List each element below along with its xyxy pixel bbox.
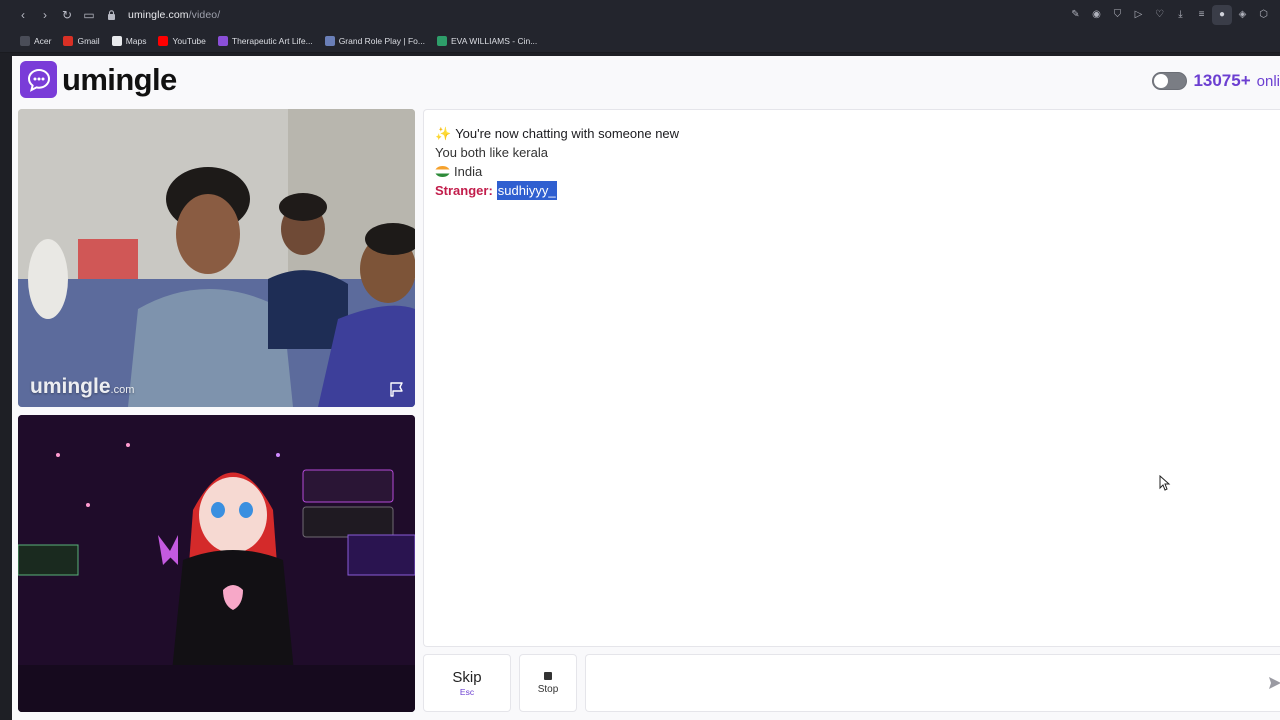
chat-messages: ✨ You're now chatting with someone new Y… bbox=[435, 124, 679, 200]
brand-logo[interactable]: umingle bbox=[20, 61, 177, 98]
skip-button[interactable]: Skip Esc bbox=[423, 654, 511, 712]
chat-bubble-icon bbox=[20, 61, 57, 98]
india-flag-icon bbox=[435, 166, 450, 177]
back-icon[interactable]: ‹ bbox=[12, 4, 34, 26]
document-icon bbox=[111, 35, 122, 46]
country-text: India bbox=[454, 164, 483, 179]
message-composer bbox=[585, 654, 1280, 712]
stranger-label: Stranger: bbox=[435, 183, 493, 198]
bookmark-label: Maps bbox=[125, 35, 147, 46]
bookmark-eva-williams[interactable]: EVA WILLIAMS - Cin... bbox=[437, 35, 538, 46]
bookmark-grand-role-play[interactable]: Grand Role Play | Fo... bbox=[324, 35, 425, 46]
interest-text: You both like kerala bbox=[435, 145, 548, 160]
bookmark-acer[interactable]: Acer bbox=[20, 35, 52, 46]
theme-toggle[interactable] bbox=[1152, 72, 1188, 90]
folder-icon bbox=[20, 35, 30, 46]
reload-icon[interactable]: ↻ bbox=[56, 4, 78, 26]
download-icon[interactable]: ⤓ bbox=[1170, 4, 1191, 26]
country-message: India bbox=[435, 162, 679, 181]
bookmark-therapeutic-art[interactable]: Therapeutic Art Life... bbox=[217, 35, 313, 46]
stop-label: Stop bbox=[537, 683, 559, 695]
youtube-icon bbox=[158, 35, 169, 46]
stop-icon bbox=[544, 671, 552, 680]
interest-message: You both like kerala bbox=[435, 143, 679, 162]
profile-icon[interactable]: ● bbox=[1212, 4, 1232, 25]
extension-icon[interactable]: ◈ bbox=[1232, 4, 1253, 26]
stop-button[interactable]: Stop bbox=[519, 654, 577, 712]
forum-icon bbox=[324, 35, 335, 46]
report-flag-icon[interactable] bbox=[389, 381, 405, 397]
url-host: umingle.com bbox=[128, 8, 189, 21]
forward-icon[interactable]: › bbox=[34, 4, 56, 26]
bookmark-maps[interactable]: Maps bbox=[111, 35, 147, 46]
brand-name: umingle bbox=[62, 61, 177, 97]
online-label: onli bbox=[1256, 72, 1280, 90]
online-count: 13075+ bbox=[1193, 71, 1251, 90]
chat-panel: ✨ You're now chatting with someone new Y… bbox=[423, 109, 1280, 647]
camera-icon[interactable]: ◉ bbox=[1086, 4, 1107, 26]
bookmark-gmail[interactable]: Gmail bbox=[63, 35, 100, 46]
address-bar[interactable]: umingle.com/video/ bbox=[128, 9, 220, 21]
url-path: /video/ bbox=[188, 8, 221, 21]
system-message: ✨ You're now chatting with someone new bbox=[435, 124, 679, 143]
video-watermark: umingle.com bbox=[30, 375, 134, 399]
stranger-message: Stranger: sudhiyyy_ bbox=[435, 181, 679, 200]
send-icon[interactable] bbox=[1268, 676, 1280, 690]
heart-icon[interactable]: ♡ bbox=[1149, 4, 1170, 26]
lock-icon[interactable] bbox=[100, 4, 122, 26]
skip-shortcut: Esc bbox=[459, 687, 475, 697]
site-info-icon[interactable]: ▭ bbox=[78, 4, 100, 26]
bookmark-label: Gmail bbox=[77, 35, 100, 46]
sparkle-icon: ✨ bbox=[435, 126, 452, 141]
watermark-suffix: .com bbox=[110, 384, 135, 396]
bookmark-label: Acer bbox=[34, 35, 52, 46]
menu-icon[interactable]: ≡ bbox=[1191, 4, 1212, 26]
bookmark-label: YouTube bbox=[172, 35, 206, 46]
video-icon bbox=[437, 35, 447, 46]
bookmark-label: EVA WILLIAMS - Cin... bbox=[451, 35, 538, 46]
cube-icon[interactable]: ⬡ bbox=[1253, 4, 1274, 26]
gmail-icon bbox=[63, 35, 74, 46]
page: umingle 13075+ onli umingle.com ✨ You're… bbox=[12, 56, 1280, 720]
art-icon bbox=[217, 35, 228, 46]
bookmark-youtube[interactable]: YouTube bbox=[158, 35, 206, 46]
stranger-message-text[interactable]: sudhiyyy_ bbox=[496, 181, 557, 200]
toggle-knob bbox=[1154, 74, 1169, 88]
message-input[interactable] bbox=[586, 655, 1280, 711]
online-status: 13075+ onli bbox=[1152, 71, 1280, 91]
shield-icon[interactable]: ⛉ bbox=[1107, 4, 1128, 26]
stranger-video: umingle.com bbox=[18, 109, 415, 407]
bookmarks-bar: Acer Gmail Maps YouTube Therapeutic Art … bbox=[0, 29, 1280, 53]
bookmark-label: Grand Role Play | Fo... bbox=[338, 35, 425, 46]
intro-text: You're now chatting with someone new bbox=[455, 126, 680, 141]
mouse-cursor-icon bbox=[1159, 475, 1171, 491]
play-icon[interactable]: ▷ bbox=[1128, 4, 1149, 26]
browser-toolbar: ‹ › ↻ ▭ umingle.com/video/ ✎ ◉ ⛉ ▷ ♡ ⤓ ≡… bbox=[0, 0, 1280, 29]
edit-icon[interactable]: ✎ bbox=[1065, 4, 1086, 26]
watermark-brand: umingle bbox=[30, 375, 111, 398]
bookmark-label: Therapeutic Art Life... bbox=[231, 35, 313, 46]
self-video-frame bbox=[18, 415, 415, 712]
stranger-video-frame bbox=[18, 109, 415, 407]
skip-label: Skip bbox=[452, 669, 482, 686]
self-video bbox=[18, 415, 415, 712]
